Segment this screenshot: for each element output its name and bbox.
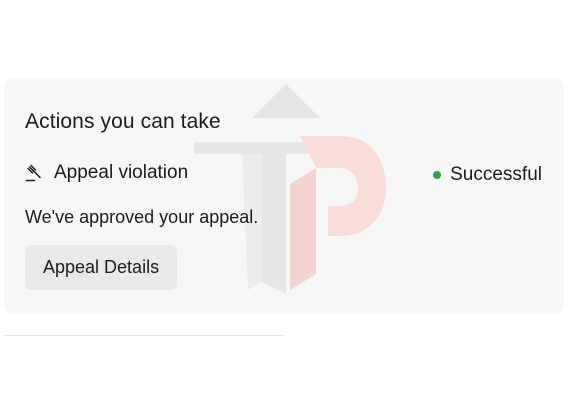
actions-card: Actions you can take Appeal violation Su…	[4, 78, 564, 314]
gavel-icon	[25, 164, 43, 182]
divider	[4, 335, 284, 336]
appeal-violation-row: Appeal violation	[25, 162, 188, 184]
page: Actions you can take Appeal violation Su…	[0, 0, 570, 420]
appeal-message: We've approved your appeal.	[25, 207, 259, 227]
status-dot-icon	[433, 171, 442, 179]
appeal-violation-label: Appeal violation	[54, 162, 189, 183]
status-label: Successful	[450, 164, 542, 185]
card-title: Actions you can take	[25, 110, 221, 133]
appeal-details-button[interactable]: Appeal Details	[25, 245, 178, 290]
status-indicator: Successful	[433, 164, 542, 186]
